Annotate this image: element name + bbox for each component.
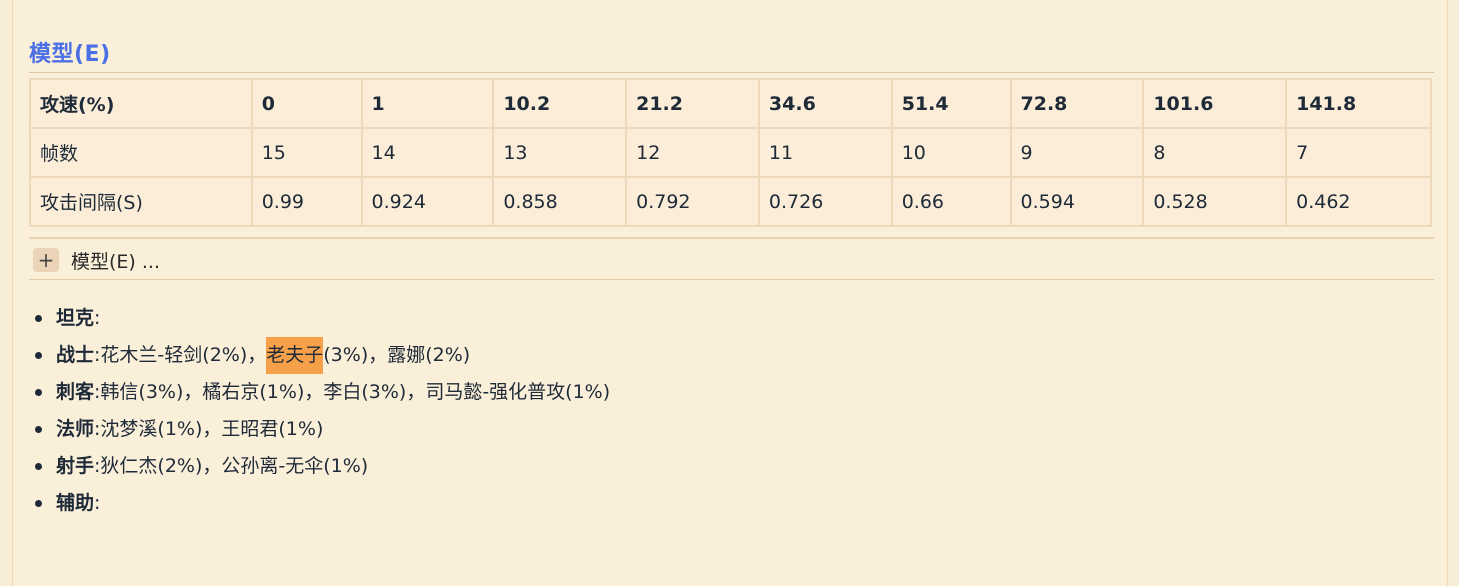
collapsible-section[interactable]: + 模型(E) ...: [29, 246, 160, 274]
table-cell: 13: [492, 127, 628, 178]
table-cell: 15: [250, 127, 363, 178]
bullet-icon: [35, 315, 42, 322]
table-cell: 帧数: [29, 127, 253, 178]
table-cell: 21.2: [625, 78, 760, 129]
plus-icon[interactable]: +: [33, 248, 59, 272]
role-name: 射手: [56, 455, 95, 477]
table-cell: 7: [1285, 127, 1432, 178]
section-divider: [29, 72, 1434, 73]
role-separator: :: [94, 307, 101, 329]
table-cell: 51.4: [890, 78, 1012, 129]
table-cell: 0.924: [360, 176, 495, 227]
table-cell: 141.8: [1285, 78, 1432, 129]
table-cell: 10: [890, 127, 1012, 178]
role-name: 战士: [56, 344, 95, 366]
bullet-icon: [35, 463, 42, 470]
table-cell: 0.528: [1142, 176, 1288, 227]
highlighted-hero: 老夫子: [266, 337, 324, 374]
table-cell: 0.99: [250, 176, 363, 227]
table-divider: [29, 237, 1434, 239]
collapsible-divider: [29, 279, 1434, 280]
collapsible-label[interactable]: 模型(E) ...: [71, 247, 160, 274]
content-panel: 模型(E) 攻速(%) 0 1 10.2 21.2 34.6 51.4 72.8…: [12, 0, 1448, 586]
role-name: 坦克: [56, 307, 95, 329]
attack-speed-table: 攻速(%) 0 1 10.2 21.2 34.6 51.4 72.8 101.6…: [29, 78, 1432, 227]
table-cell: 0.792: [625, 176, 760, 227]
bullet-icon: [35, 389, 42, 396]
role-name: 刺客: [56, 381, 95, 403]
table-cell: 10.2: [492, 78, 628, 129]
table-cell: 34.6: [757, 78, 893, 129]
table-row-frames: 帧数 15 14 13 12 11 10 9 8 7: [29, 127, 1432, 178]
table-row-interval: 攻击间隔(S) 0.99 0.924 0.858 0.792 0.726 0.6…: [29, 176, 1432, 227]
table-cell: 1: [360, 78, 495, 129]
bullet-icon: [35, 500, 42, 507]
table-cell: 0.594: [1009, 176, 1145, 227]
bullet-icon: [35, 426, 42, 433]
list-item-warrior: 战士 : 花木兰-轻剑(2%)， 老夫子 (3%)，露娜(2%): [29, 337, 610, 374]
table-cell: 攻速(%): [29, 78, 253, 129]
role-heroes: 沈梦溪(1%)，王昭君(1%): [100, 418, 324, 440]
table-cell: 8: [1142, 127, 1288, 178]
role-name: 辅助: [56, 492, 95, 514]
table-cell: 0: [250, 78, 363, 129]
table-cell: 11: [757, 127, 893, 178]
table-cell: 9: [1009, 127, 1145, 178]
section-title: 模型(E): [29, 42, 111, 67]
role-heroes: (3%)，露娜(2%): [323, 344, 471, 366]
role-heroes: 韩信(3%)，橘右京(1%)，李白(3%)，司马懿-强化普攻(1%): [100, 381, 611, 403]
table-cell: 0.726: [757, 176, 893, 227]
role-name: 法师: [56, 418, 95, 440]
list-item-tank: 坦克 :: [29, 300, 610, 337]
table-cell: 0.66: [890, 176, 1012, 227]
role-heroes: 狄仁杰(2%)，公孙离-无伞(1%): [100, 455, 369, 477]
table-cell: 0.858: [492, 176, 628, 227]
list-item-mage: 法师 : 沈梦溪(1%)，王昭君(1%): [29, 411, 610, 448]
table-cell: 14: [360, 127, 495, 178]
list-item-assassin: 刺客 : 韩信(3%)，橘右京(1%)，李白(3%)，司马懿-强化普攻(1%): [29, 374, 610, 411]
table-cell: 72.8: [1009, 78, 1145, 129]
table-row-attack-speed: 攻速(%) 0 1 10.2 21.2 34.6 51.4 72.8 101.6…: [29, 78, 1432, 129]
bullet-icon: [35, 352, 42, 359]
table-cell: 101.6: [1142, 78, 1288, 129]
role-list: 坦克 : 战士 : 花木兰-轻剑(2%)， 老夫子 (3%)，露娜(2%) 刺客 :…: [29, 300, 610, 522]
role-separator: :: [94, 492, 101, 514]
table-cell: 12: [625, 127, 760, 178]
table-cell: 0.462: [1285, 176, 1432, 227]
role-heroes: 花木兰-轻剑(2%)，: [100, 344, 267, 366]
table-cell: 攻击间隔(S): [29, 176, 253, 227]
list-item-marksman: 射手 : 狄仁杰(2%)，公孙离-无伞(1%): [29, 448, 610, 485]
list-item-support: 辅助 :: [29, 485, 610, 522]
